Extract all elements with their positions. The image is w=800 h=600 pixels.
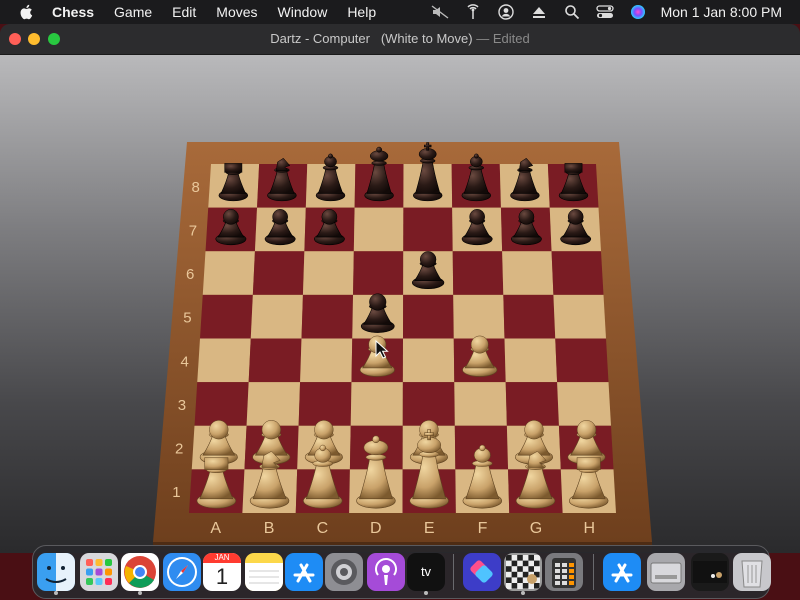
square-f3[interactable]	[454, 382, 507, 426]
square-c4[interactable]	[300, 338, 353, 383]
window-title-game: Dartz - Computer	[270, 31, 370, 46]
square-h3[interactable]	[557, 382, 611, 426]
menu-help[interactable]: Help	[347, 4, 376, 20]
window-title-status: (White to Move)	[380, 31, 473, 46]
user-icon[interactable]	[497, 3, 515, 21]
dock-running-indicator	[424, 591, 428, 595]
board-squares[interactable]	[189, 164, 616, 513]
title-bar[interactable]: Dartz - Computer (White to Move) — Edite…	[0, 24, 800, 55]
file-label: D	[370, 520, 382, 537]
shortcuts-icon[interactable]	[463, 553, 501, 591]
square-b3[interactable]	[246, 382, 301, 426]
square-c3[interactable]	[298, 382, 352, 426]
rank-label: 5	[183, 310, 191, 327]
trash-icon[interactable]	[733, 553, 771, 591]
board-scene[interactable]: 8 7 6 5 4 3 2 1 A B C D E F G H	[0, 55, 800, 553]
file-label: H	[584, 520, 596, 537]
square-e4[interactable]	[402, 338, 455, 383]
chess-window: Dartz - Computer (White to Move) — Edite…	[0, 24, 800, 553]
square-h5[interactable]	[553, 294, 606, 339]
antenna-icon[interactable]	[464, 3, 482, 21]
chess-icon[interactable]	[504, 553, 542, 591]
square-h4[interactable]	[555, 338, 609, 383]
chess-board-3d[interactable]: 8 7 6 5 4 3 2 1 A B C D E F G H	[0, 55, 800, 553]
square-f6[interactable]	[452, 251, 504, 295]
menu-edit[interactable]: Edit	[172, 4, 196, 20]
podcasts-icon[interactable]	[367, 553, 405, 591]
file-label: E	[424, 520, 435, 537]
system-settings-icon[interactable]	[325, 553, 363, 591]
square-g6[interactable]	[502, 251, 554, 295]
calculator-icon[interactable]	[545, 553, 583, 591]
square-e7[interactable]	[403, 207, 453, 252]
app-store-downloads-icon[interactable]	[603, 553, 641, 591]
square-c5[interactable]	[301, 294, 354, 339]
menu-bar: Chess Game Edit Moves Window Help Mon 1 …	[0, 0, 800, 24]
square-g4[interactable]	[504, 338, 558, 383]
menu-app-name[interactable]: Chess	[52, 4, 94, 20]
apple-tv-icon[interactable]: tv	[407, 553, 445, 591]
window-title: Dartz - Computer (White to Move) — Edite…	[0, 24, 800, 54]
siri-icon[interactable]	[629, 3, 647, 21]
square-d6[interactable]	[353, 251, 404, 295]
square-a4[interactable]	[197, 338, 251, 383]
menu-game[interactable]: Game	[114, 4, 152, 20]
square-d7[interactable]	[353, 207, 404, 252]
eject-icon[interactable]	[530, 3, 548, 21]
rank-label: 6	[186, 266, 194, 283]
square-g3[interactable]	[505, 382, 559, 426]
square-a5[interactable]	[200, 294, 253, 339]
mute-icon[interactable]	[431, 3, 449, 21]
safari-icon[interactable]	[163, 553, 201, 591]
notes-icon[interactable]	[245, 553, 283, 591]
window-title-edited: Edited	[492, 31, 530, 46]
finder-icon[interactable]	[37, 553, 75, 591]
search-icon[interactable]	[563, 3, 581, 21]
disk-icon[interactable]	[647, 553, 685, 591]
app-store-icon[interactable]	[285, 553, 323, 591]
square-a6[interactable]	[202, 251, 255, 295]
file-label: F	[478, 520, 488, 537]
file-label: C	[317, 520, 329, 537]
dock: JAN 1 tv	[32, 545, 771, 599]
square-d3[interactable]	[350, 382, 403, 426]
rank-label: 3	[178, 397, 186, 414]
control-center-icon[interactable]	[595, 3, 614, 21]
square-b4[interactable]	[248, 338, 302, 383]
dock-separator	[593, 554, 594, 590]
square-g5[interactable]	[503, 294, 556, 339]
square-b6[interactable]	[252, 251, 305, 295]
menu-clock[interactable]: Mon 1 Jan 8:00 PM	[661, 4, 782, 20]
square-h6[interactable]	[551, 251, 604, 295]
file-label: A	[210, 520, 221, 537]
menu-window[interactable]: Window	[278, 4, 328, 20]
rank-label: 7	[189, 222, 197, 239]
square-f5[interactable]	[453, 294, 505, 339]
dock-running-indicator	[54, 591, 58, 595]
window-title-separator: —	[476, 31, 490, 46]
square-c6[interactable]	[302, 251, 354, 295]
menu-moves[interactable]: Moves	[216, 4, 257, 20]
file-label: G	[530, 520, 542, 537]
status-area: Mon 1 Jan 8:00 PM	[416, 0, 800, 24]
calendar-icon[interactable]: JAN 1	[203, 553, 241, 591]
square-e5[interactable]	[403, 294, 454, 339]
minimized-window-icon[interactable]	[691, 553, 729, 591]
square-b5[interactable]	[250, 294, 303, 339]
file-label: B	[264, 520, 275, 537]
square-e3[interactable]	[402, 382, 455, 426]
square-a3[interactable]	[194, 382, 249, 426]
rank-label: 4	[180, 353, 188, 370]
rank-label: 8	[191, 179, 199, 196]
rank-label: 2	[175, 441, 183, 458]
dock-separator	[453, 554, 454, 590]
chrome-icon[interactable]	[121, 553, 159, 591]
launchpad-icon[interactable]	[80, 553, 118, 591]
rank-label: 1	[172, 484, 180, 501]
dock-running-indicator	[138, 591, 142, 595]
dock-running-indicator	[521, 591, 525, 595]
apple-logo-icon[interactable]	[18, 3, 36, 21]
